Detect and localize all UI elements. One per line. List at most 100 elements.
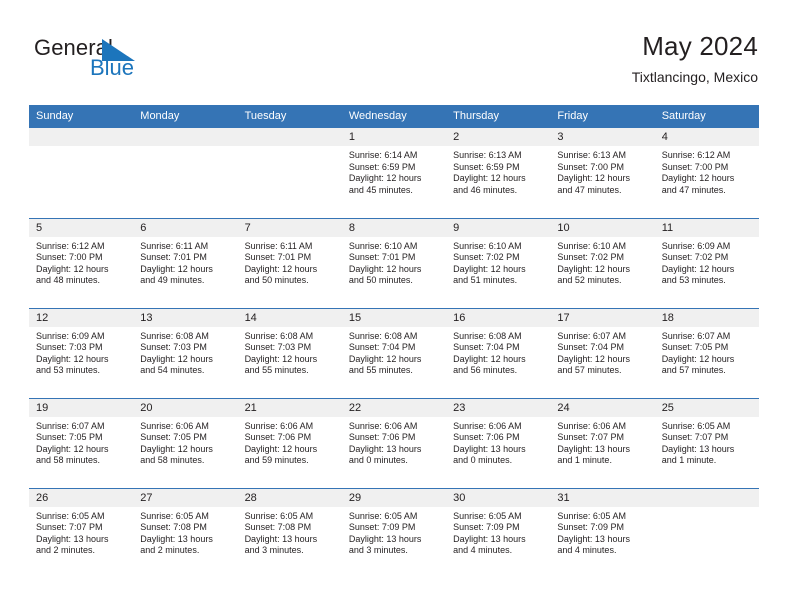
sunset-time: Sunset: 7:06 PM [244,432,312,443]
daylight-duration-line1: Daylight: 13 hours [348,533,422,544]
sunset-time: Sunset: 7:02 PM [557,252,624,263]
calendar-day-cell[interactable]: 30 Sunrise: 6:05 AM Sunset: 7:09 PM Dayligh… [446,487,551,578]
sunrise-time: Sunrise: 6:08 AM [140,330,209,341]
day-details: Sunrise: 6:07 AM Sunset: 7:04 PM Daylight:… [550,327,654,377]
daylight-duration-line2: and 53 minutes. [661,275,726,286]
sunrise-time: Sunrise: 6:06 AM [557,420,626,431]
daylight-duration-line2: and 54 minutes. [140,365,205,376]
calendar-day-cell[interactable]: 18 Sunrise: 6:07 AM Sunset: 7:05 PM Dayligh… [654,307,759,398]
day-details: Sunrise: 6:05 AM Sunset: 7:08 PM Daylight:… [133,507,237,557]
sunrise-time: Sunrise: 6:05 AM [36,510,105,521]
sunset-time: Sunset: 7:05 PM [661,342,729,353]
day-number: 11 [654,218,759,237]
daylight-duration-line1: Daylight: 12 hours [557,263,630,274]
daylight-duration-line2: and 50 minutes. [244,275,309,286]
calendar-day-cell[interactable]: 8 Sunrise: 6:10 AM Sunset: 7:01 PM Daylight… [341,217,447,308]
daylight-duration-line2: and 2 minutes. [140,545,200,556]
day-number: 13 [133,308,238,327]
daylight-duration-line1: Daylight: 13 hours [348,443,422,454]
daylight-duration-line1: Daylight: 13 hours [453,533,526,544]
day-details: Sunrise: 6:08 AM Sunset: 7:04 PM Daylight:… [446,327,550,377]
sunset-time: Sunset: 7:09 PM [453,522,520,533]
brand-logo: General Blue [34,36,214,88]
sunrise-time: Sunrise: 6:10 AM [453,240,522,251]
calendar-day-cell[interactable]: 16 Sunrise: 6:08 AM Sunset: 7:04 PM Dayligh… [446,307,551,398]
sunset-time: Sunset: 6:59 PM [348,161,416,172]
daylight-duration-line1: Daylight: 12 hours [453,263,526,274]
daylight-duration-line2: and 59 minutes. [244,455,309,466]
sunset-time: Sunset: 7:00 PM [557,161,624,172]
daylight-duration-line1: Daylight: 13 hours [557,443,630,454]
day-number: 1 [341,128,447,146]
calendar-day-cell[interactable]: 7 Sunrise: 6:11 AM Sunset: 7:01 PM Daylight… [237,217,342,308]
daylight-duration-line2: and 51 minutes. [453,275,518,286]
day-details: Sunrise: 6:06 AM Sunset: 7:05 PM Daylight:… [133,417,237,467]
day-details: Sunrise: 6:06 AM Sunset: 7:06 PM Daylight:… [446,417,550,467]
calendar-day-cell[interactable]: 1 Sunrise: 6:14 AM Sunset: 6:59 PM Daylight… [341,128,447,218]
calendar-day-cell[interactable]: 19 Sunrise: 6:07 AM Sunset: 7:05 PM Dayligh… [29,397,134,488]
daylight-duration-line1: Daylight: 13 hours [557,533,630,544]
calendar-day-cell[interactable]: 23 Sunrise: 6:06 AM Sunset: 7:06 PM Dayligh… [446,397,551,488]
calendar-day-cell[interactable]: 6 Sunrise: 6:11 AM Sunset: 7:01 PM Daylight… [133,217,238,308]
daylight-duration-line2: and 50 minutes. [348,275,413,286]
weekday-header-tuesday: Tuesday [237,105,342,128]
sunset-time: Sunset: 7:00 PM [36,252,103,263]
daylight-duration-line2: and 3 minutes. [244,545,304,556]
day-number: 5 [29,218,134,237]
daylight-duration-line1: Daylight: 12 hours [36,443,109,454]
calendar-day-cell[interactable]: 3 Sunrise: 6:13 AM Sunset: 7:00 PM Daylight… [550,128,655,218]
day-details: Sunrise: 6:13 AM Sunset: 6:59 PM Daylight:… [446,146,550,196]
calendar-day-cell[interactable]: 12 Sunrise: 6:09 AM Sunset: 7:03 PM Dayligh… [29,307,134,398]
calendar-day-cell[interactable]: 31 Sunrise: 6:05 AM Sunset: 7:09 PM Dayligh… [550,487,655,578]
calendar-day-cell[interactable]: 24 Sunrise: 6:06 AM Sunset: 7:07 PM Dayligh… [550,397,655,488]
daylight-duration-line2: and 47 minutes. [557,184,622,195]
calendar-day-cell[interactable]: 2 Sunrise: 6:13 AM Sunset: 6:59 PM Daylight… [446,128,551,218]
calendar-day-cell[interactable]: 14 Sunrise: 6:08 AM Sunset: 7:03 PM Dayligh… [237,307,342,398]
calendar-day-cell[interactable]: 10 Sunrise: 6:10 AM Sunset: 7:02 PM Dayligh… [550,217,655,308]
day-details: Sunrise: 6:09 AM Sunset: 7:03 PM Daylight:… [29,327,133,377]
calendar-day-cell[interactable]: 13 Sunrise: 6:08 AM Sunset: 7:03 PM Dayligh… [133,307,238,398]
day-number: 19 [29,398,134,417]
calendar-day-cell[interactable]: 17 Sunrise: 6:07 AM Sunset: 7:04 PM Dayligh… [550,307,655,398]
day-number: 30 [446,488,551,507]
day-number: 17 [550,308,655,327]
calendar-day-cell[interactable]: 22 Sunrise: 6:06 AM Sunset: 7:06 PM Dayligh… [341,397,447,488]
calendar-day-cell[interactable]: 4 Sunrise: 6:12 AM Sunset: 7:00 PM Daylight… [654,128,759,218]
calendar-week-row: 26 Sunrise: 6:05 AM Sunset: 7:07 PM Dayligh… [29,487,759,578]
calendar-day-cell[interactable]: 21 Sunrise: 6:06 AM Sunset: 7:06 PM Dayligh… [237,397,342,488]
calendar-cell-empty [29,128,134,218]
daylight-duration-line1: Daylight: 12 hours [36,263,109,274]
daylight-duration-line2: and 3 minutes. [348,545,408,556]
sunrise-time: Sunrise: 6:10 AM [557,240,626,251]
calendar-day-cell[interactable]: 29 Sunrise: 6:05 AM Sunset: 7:09 PM Dayligh… [341,487,447,578]
weekday-header-monday: Monday [133,105,238,128]
daylight-duration-line1: Daylight: 12 hours [140,353,213,364]
sunrise-time: Sunrise: 6:05 AM [557,510,626,521]
sunset-time: Sunset: 7:08 PM [140,522,207,533]
sunrise-time: Sunrise: 6:05 AM [453,510,522,521]
calendar-day-cell[interactable]: 11 Sunrise: 6:09 AM Sunset: 7:02 PM Dayligh… [654,217,759,308]
daylight-duration-line1: Daylight: 12 hours [348,173,422,184]
calendar-day-cell[interactable]: 5 Sunrise: 6:12 AM Sunset: 7:00 PM Daylight… [29,217,134,308]
day-number: 23 [446,398,551,417]
daylight-duration-line1: Daylight: 12 hours [348,263,422,274]
calendar-day-cell[interactable]: 9 Sunrise: 6:10 AM Sunset: 7:02 PM Daylight… [446,217,551,308]
calendar-day-cell[interactable]: 26 Sunrise: 6:05 AM Sunset: 7:07 PM Dayligh… [29,487,134,578]
day-number: 4 [654,128,759,146]
calendar-day-cell[interactable]: 15 Sunrise: 6:08 AM Sunset: 7:04 PM Dayligh… [341,307,447,398]
day-number: 14 [237,308,342,327]
day-number: 24 [550,398,655,417]
daylight-duration-line2: and 1 minute. [661,455,717,466]
day-details: Sunrise: 6:12 AM Sunset: 7:00 PM Daylight:… [29,237,133,287]
calendar-day-cell[interactable]: 25 Sunrise: 6:05 AM Sunset: 7:07 PM Dayligh… [654,397,759,488]
day-number [654,488,759,507]
sunrise-time: Sunrise: 6:05 AM [348,510,418,521]
day-details: Sunrise: 6:07 AM Sunset: 7:05 PM Daylight:… [655,327,759,377]
calendar-day-cell[interactable]: 20 Sunrise: 6:06 AM Sunset: 7:05 PM Dayligh… [133,397,238,488]
calendar-day-cell[interactable]: 28 Sunrise: 6:05 AM Sunset: 7:08 PM Dayligh… [237,487,342,578]
sunrise-time: Sunrise: 6:07 AM [36,420,105,431]
sunrise-time: Sunrise: 6:05 AM [140,510,209,521]
calendar-day-cell[interactable]: 27 Sunrise: 6:05 AM Sunset: 7:08 PM Dayligh… [133,487,238,578]
sunset-time: Sunset: 7:03 PM [244,342,312,353]
day-number: 21 [237,398,342,417]
